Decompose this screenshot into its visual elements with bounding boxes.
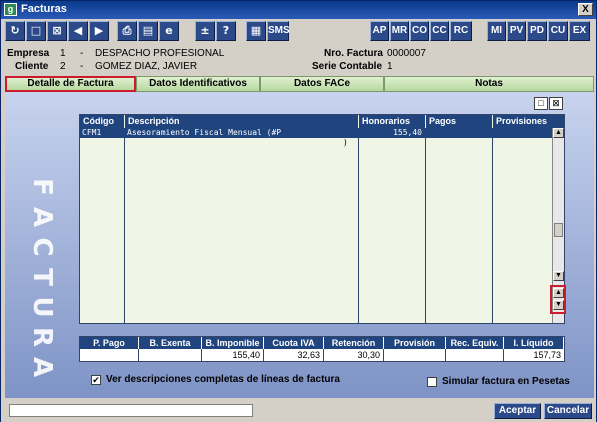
row-codigo[interactable]: CFM1: [82, 128, 101, 138]
serie-value: 1: [387, 61, 393, 72]
sum-col-rec-equiv: Rec. Equiv.: [446, 337, 504, 349]
tab-notas[interactable]: Notas: [384, 76, 594, 92]
sum-col-b-exenta: B. Exenta: [139, 337, 202, 349]
refresh-icon[interactable]: ↻: [5, 21, 25, 41]
sum-col-retencion: Retención: [324, 337, 384, 349]
calc-icon[interactable]: ±: [195, 21, 215, 41]
sum-b-imponible: 155,40: [202, 349, 264, 361]
maximize-icon[interactable]: □: [534, 97, 548, 110]
scroll-up-icon[interactable]: ▲: [553, 128, 564, 138]
reorder-highlight: ▲ ▼: [550, 285, 566, 314]
simular-pesetas-checkbox[interactable]: [427, 377, 437, 387]
mi-button[interactable]: MI: [487, 21, 506, 41]
scroll-thumb[interactable]: [554, 223, 563, 237]
status-field: [9, 404, 253, 417]
move-up-icon[interactable]: ▲: [553, 288, 564, 298]
sum-col-b-imponible: B. Imponible: [202, 337, 264, 349]
mr-button[interactable]: MR: [390, 21, 409, 41]
col-codigo: Código: [80, 115, 124, 128]
cliente-code: 2: [60, 61, 66, 72]
col-divider: [124, 128, 125, 323]
row-honorarios[interactable]: 155,40: [361, 128, 422, 138]
empresa-label: Empresa: [7, 48, 50, 59]
facturas-window: g Facturas X ↻ □ ⊠ ◀ ▶ ⎙ ▤ e ± ? ▦ SMS A…: [0, 0, 597, 422]
col-divider: [425, 128, 426, 323]
sum-col-p-pago: P. Pago: [80, 337, 139, 349]
tab-datos-face[interactable]: Datos FACe: [260, 76, 384, 92]
col-provisiones: Provisiones: [493, 115, 564, 128]
scroll-down-icon[interactable]: ▼: [553, 271, 564, 281]
empresa-code: 1: [60, 48, 66, 59]
pv-button[interactable]: PV: [507, 21, 526, 41]
cliente-name: GOMEZ DIAZ, JAVIER: [95, 61, 198, 72]
pd-button[interactable]: PD: [527, 21, 547, 41]
grid-scrollbar[interactable]: ▲ ▼ ▲ ▼: [550, 128, 566, 323]
delete-icon[interactable]: ⊠: [47, 21, 67, 41]
sms-button[interactable]: SMS: [267, 21, 290, 41]
sum-col-i-liquido: I. Líquido: [504, 337, 564, 349]
tab-detalle-factura[interactable]: Detalle de Factura: [5, 76, 136, 92]
footer-bar: Aceptar Cancelar: [1, 400, 596, 422]
title-bar: g Facturas X: [1, 1, 596, 19]
app-icon: g: [4, 3, 17, 16]
rc-button[interactable]: RC: [450, 21, 472, 41]
col-divider: [492, 128, 493, 323]
watermark-letter: A: [27, 356, 57, 378]
sum-col-cuota-iva: Cuota IVA: [264, 337, 324, 349]
nro-factura-label: Nro. Factura: [324, 48, 383, 59]
empresa-name: DESPACHO PROFESIONAL: [95, 48, 225, 59]
nro-factura-value: 0000007: [387, 48, 426, 59]
detail-grid: Código Descripción Honorarios Pagos Prov…: [79, 114, 566, 324]
list-icon[interactable]: ▤: [138, 21, 158, 41]
sum-cuota-iva: 32,63: [264, 349, 324, 361]
co-button[interactable]: CO: [410, 21, 429, 41]
calendar-icon[interactable]: ▦: [246, 21, 266, 41]
invoice-header: Empresa 1 - DESPACHO PROFESIONAL Cliente…: [1, 46, 596, 76]
sum-retencion: 30,30: [324, 349, 384, 361]
detalle-panel: FACTURA □ ⊠ Código Descripción Honorario…: [5, 92, 594, 398]
col-honorarios: Honorarios: [359, 115, 425, 128]
accept-button[interactable]: Aceptar: [494, 403, 541, 419]
sum-provision: [384, 349, 446, 361]
window-title: Facturas: [21, 3, 67, 15]
simular-pesetas-label: Simular factura en Pesetas: [442, 376, 570, 387]
print-icon[interactable]: ⎙: [117, 21, 137, 41]
cliente-label: Cliente: [15, 61, 49, 72]
cc-button[interactable]: CC: [430, 21, 449, 41]
factura-watermark: FACTURA: [22, 172, 62, 392]
close-button[interactable]: X: [578, 3, 593, 16]
prev-icon[interactable]: ◀: [68, 21, 88, 41]
sum-b-exenta: [139, 349, 202, 361]
sum-col-provision: Provisión: [384, 337, 446, 349]
tab-bar: Detalle de Factura Datos Identificativos…: [5, 76, 594, 92]
ap-button[interactable]: AP: [370, 21, 389, 41]
ver-descripciones-label: Ver descripciones completas de líneas de…: [106, 374, 340, 385]
ex-button[interactable]: EX: [569, 21, 590, 41]
row-descripcion-cont: ): [343, 138, 348, 147]
close-grid-icon[interactable]: ⊠: [549, 97, 563, 110]
totals-grid: P. Pago B. Exenta B. Imponible Cuota IVA…: [79, 336, 565, 362]
sum-p-pago: [80, 349, 139, 361]
cancel-button[interactable]: Cancelar: [544, 403, 592, 419]
sum-rec-equiv: [446, 349, 504, 361]
new-icon[interactable]: □: [26, 21, 46, 41]
ver-descripciones-checkbox[interactable]: ✔: [91, 375, 101, 385]
move-down-icon[interactable]: ▼: [553, 300, 564, 310]
row-descripcion[interactable]: Asesoramiento Fiscal Mensual (#P: [127, 128, 357, 138]
cliente-dash: -: [80, 61, 84, 72]
col-descripcion: Descripción: [125, 115, 358, 128]
empresa-dash: -: [80, 48, 84, 59]
browser-icon[interactable]: e: [159, 21, 179, 41]
tab-datos-identificativos[interactable]: Datos Identificativos: [136, 76, 260, 92]
toolbar: ↻ □ ⊠ ◀ ▶ ⎙ ▤ e ± ? ▦ SMS AP MR CO CC RC…: [1, 20, 596, 44]
serie-label: Serie Contable: [312, 61, 383, 72]
sum-i-liquido: 157,73: [533, 350, 561, 360]
cu-button[interactable]: CU: [548, 21, 568, 41]
next-icon[interactable]: ▶: [89, 21, 109, 41]
col-divider: [358, 128, 359, 323]
col-pagos: Pagos: [426, 115, 492, 128]
help-icon[interactable]: ?: [216, 21, 236, 41]
